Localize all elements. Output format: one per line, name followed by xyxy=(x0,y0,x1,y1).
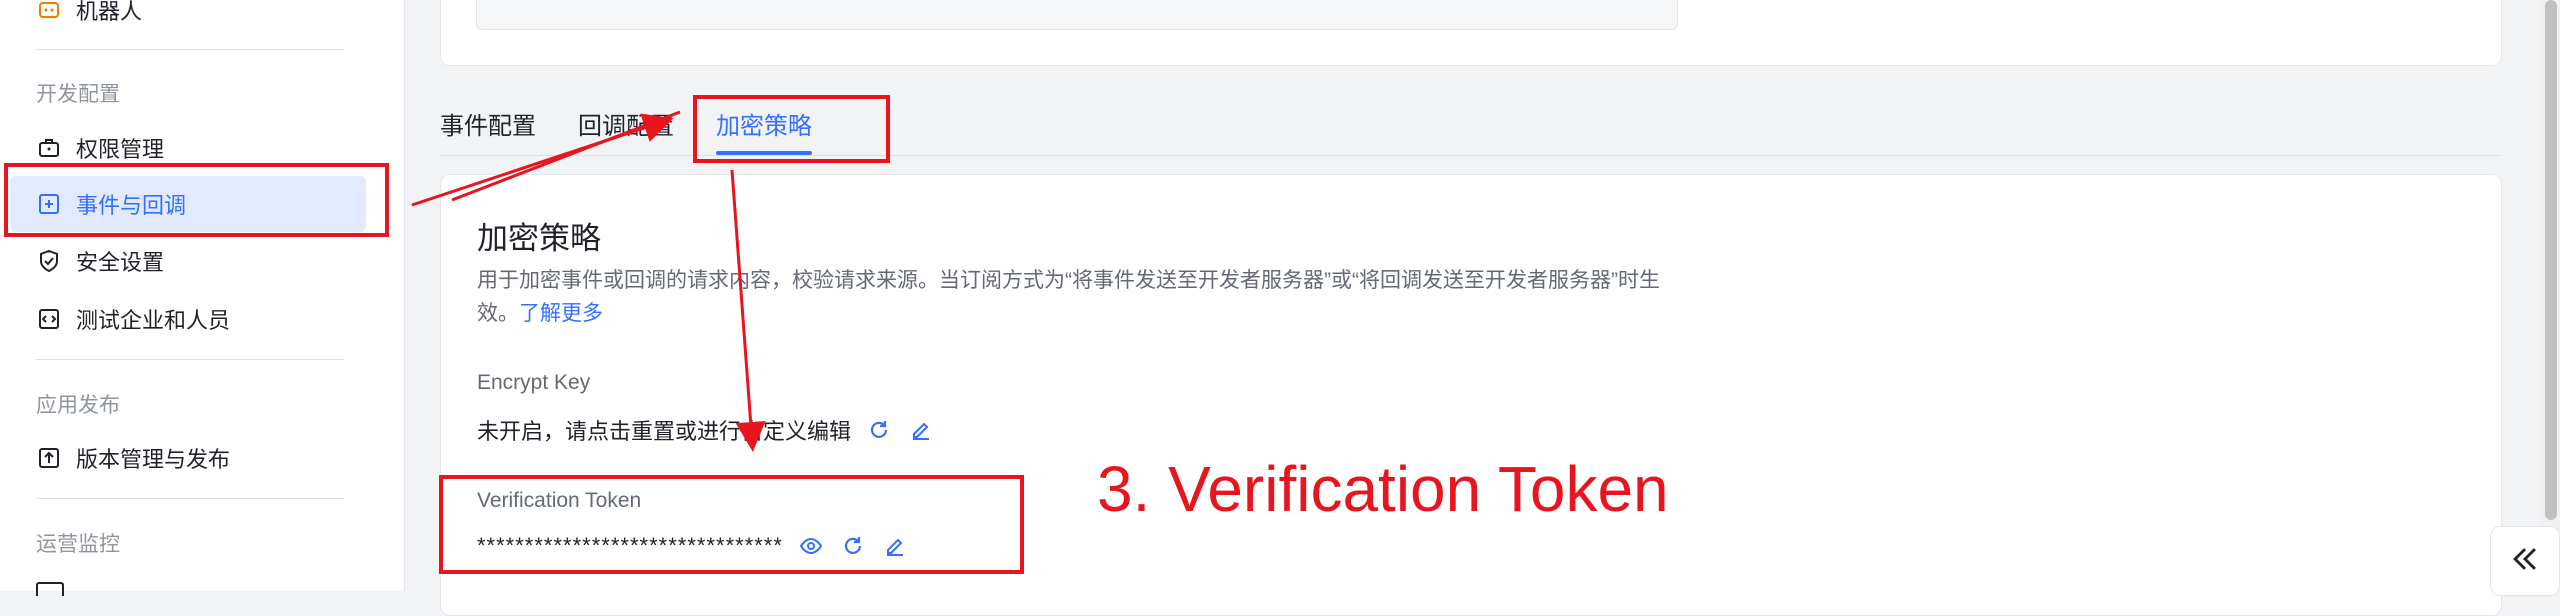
scrollbar-thumb[interactable] xyxy=(2545,0,2557,520)
double-chevron-left-icon xyxy=(2508,542,2542,581)
collapse-button[interactable] xyxy=(2490,526,2560,596)
arrow-to-token xyxy=(730,169,766,452)
annotation-arrows xyxy=(411,110,766,452)
arrow-to-encryption-tab xyxy=(451,110,681,202)
